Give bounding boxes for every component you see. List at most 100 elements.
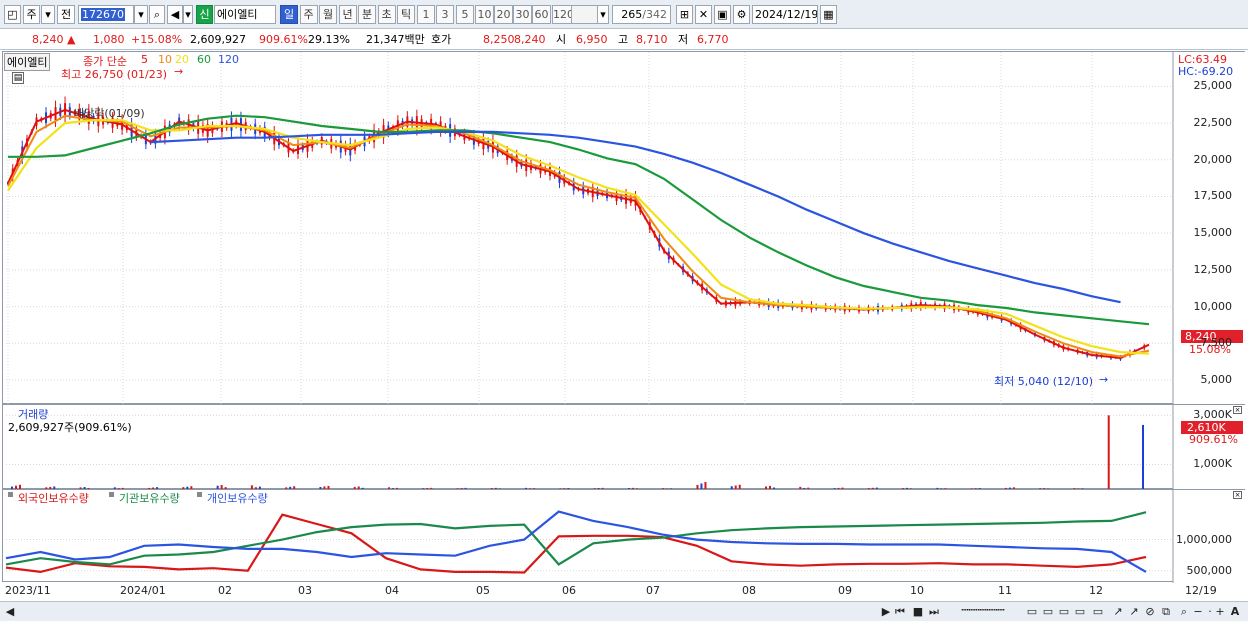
gear-icon[interactable]: ⚙ — [733, 5, 750, 24]
zoom-out-icon[interactable]: − — [1193, 604, 1203, 619]
legend-marker-icon — [109, 492, 114, 497]
search-icon[interactable]: ⌕ — [149, 5, 165, 24]
scroll-left-icon[interactable]: ◀ — [4, 604, 16, 619]
speaker-dropdown-icon[interactable]: ▾ — [183, 5, 193, 24]
interval-button[interactable]: 1 — [417, 5, 435, 24]
fast-forward-icon[interactable]: ⏭ — [928, 604, 940, 619]
ma-line-5 — [7, 108, 1150, 360]
price-axis-label: 22,500 — [1193, 116, 1233, 130]
zoom-in-icon[interactable]: + — [1215, 604, 1225, 619]
date-field[interactable]: 2024/12/19 — [752, 5, 818, 24]
trend-tool-icon[interactable]: ↗ — [1127, 604, 1141, 619]
up-arrow-icon: ▲ — [67, 33, 76, 46]
layout-icon-5[interactable]: ▭ — [1091, 604, 1105, 619]
interval-dropdown-icon[interactable]: ▾ — [597, 5, 609, 24]
market-tag: 신 — [196, 5, 213, 24]
interval-button[interactable]: 10 — [475, 5, 494, 24]
high-note: 최고 26,750 (01/23) — [61, 68, 168, 81]
close-pane-icon[interactable]: × — [1233, 406, 1242, 414]
tool-icon[interactable]: ✕ — [695, 5, 712, 24]
hoga-label: 호가 — [431, 33, 452, 46]
holder-chart-svg[interactable] — [3, 490, 1246, 583]
stock-code-input[interactable]: 172670 — [78, 5, 134, 24]
ma-period-label: 10 — [158, 53, 172, 66]
date-axis-label: 08 — [742, 584, 756, 597]
layout-icon-3[interactable]: ▭ — [1057, 604, 1071, 619]
date-axis-label: 06 — [562, 584, 576, 597]
interval-button[interactable]: 60 — [532, 5, 551, 24]
period-button[interactable]: 일 — [280, 5, 298, 24]
volume-value: 2,609,927 — [190, 33, 246, 46]
date-axis-label: 05 — [476, 584, 490, 597]
stock-code-value: 172670 — [81, 8, 125, 21]
copy-icon[interactable]: ⧉ — [1159, 604, 1173, 619]
period-button[interactable]: 틱 — [397, 5, 415, 24]
stock-name-field[interactable]: 에이엘티 — [214, 5, 276, 24]
date-axis-label: 07 — [646, 584, 660, 597]
price-axis-label: 10,000 — [1193, 299, 1233, 313]
volume-info: 2,609,927주(909.61%) — [8, 421, 132, 434]
interval-button[interactable]: 3 — [436, 5, 454, 24]
layout-icon-1[interactable]: ▭ — [1025, 604, 1039, 619]
legend-marker-icon — [197, 492, 202, 497]
zoom-slider[interactable]: ┅┅┅┅┅┅┅┅ — [948, 604, 1018, 619]
price-axis-label: 15,000 — [1193, 226, 1233, 240]
display-count-field[interactable]: 265/342 — [612, 5, 671, 24]
open-price: 6,950 — [576, 33, 608, 46]
prefix-select[interactable]: 전 — [57, 5, 75, 24]
volume-last-pct: 909.61% — [1189, 433, 1238, 446]
holder-pane: 외국인보유수량 기관보유수량 개인보유수량 × 1,000,000 500,000 — [2, 489, 1246, 583]
zoom-separator-icon[interactable]: · — [1205, 604, 1215, 619]
code-dropdown-icon[interactable]: ▾ — [134, 5, 148, 24]
low-price: 6,770 — [697, 33, 729, 46]
holder-axis-label: 500,000 — [1186, 563, 1233, 577]
date-axis-label: 12/19 — [1185, 584, 1217, 597]
price-chart-svg[interactable] — [3, 52, 1246, 405]
pane-stock-name: 에이엘티 — [4, 53, 51, 71]
date-axis-label: 12 — [1089, 584, 1103, 597]
rewind-icon[interactable]: ⏮ — [894, 604, 906, 619]
ma-period-label: 60 — [197, 53, 211, 66]
ma-line-20 — [7, 119, 1150, 355]
window-icon[interactable]: ◰ — [4, 5, 21, 24]
period-button[interactable]: 주 — [299, 5, 318, 24]
layout-icon-4[interactable]: ▭ — [1073, 604, 1087, 619]
volume-axis-label: 3,000K — [1193, 408, 1232, 422]
legend-label: 기관보유수량 — [119, 492, 180, 505]
ratio-tool-icon[interactable]: ⊘ — [1143, 604, 1157, 619]
calendar-icon[interactable]: ▦ — [820, 5, 837, 24]
table-icon[interactable]: ▤ — [12, 72, 24, 84]
period-button[interactable]: 월 — [319, 5, 337, 24]
save-icon[interactable]: ▣ — [714, 5, 731, 24]
stop-icon[interactable]: ■ — [912, 604, 924, 619]
chevron-down-icon[interactable]: ▾ — [41, 5, 55, 24]
period-button[interactable]: 초 — [377, 5, 396, 24]
date-axis-label: 04 — [385, 584, 399, 597]
period-button[interactable]: 년 — [338, 5, 357, 24]
chart-area: 에이엘티 종가 단순 5 10 20 60 120 ▤ LC:63.49 HC:-69.… — [0, 51, 1248, 601]
dividend-note: 배당락(01/09) — [74, 107, 145, 120]
volume-axis-label: 1,000K — [1193, 457, 1232, 471]
speaker-icon[interactable]: ◀ — [167, 5, 183, 24]
zoom-search-icon[interactable]: ⌕ — [1178, 604, 1190, 619]
grid-icon[interactable]: ⊞ — [676, 5, 693, 24]
interval-button[interactable]: 120 — [552, 5, 574, 24]
current-price: 8,240 — [32, 33, 64, 46]
layout-icon-2[interactable]: ▭ — [1041, 604, 1055, 619]
interval-button[interactable]: 30 — [513, 5, 532, 24]
legend-label: 외국인보유수량 — [18, 492, 89, 505]
low-note: 최저 5,040 (12/10) — [994, 375, 1094, 388]
scroll-right-icon[interactable]: ▶ — [880, 604, 892, 619]
period-button[interactable]: 분 — [358, 5, 376, 24]
high-arrow-icon: → — [174, 65, 184, 78]
close-holder-pane-icon[interactable]: × — [1233, 491, 1242, 499]
market-mode-select[interactable]: 주 — [23, 5, 40, 24]
date-axis-label: 09 — [838, 584, 852, 597]
volume-chart-svg[interactable] — [3, 405, 1246, 490]
draw-tool-icon[interactable]: ↗ — [1111, 604, 1125, 619]
price-pane: 에이엘티 종가 단순 5 10 20 60 120 ▤ LC:63.49 HC:-69.… — [2, 51, 1246, 405]
font-size-icon[interactable]: A — [1229, 604, 1241, 619]
count-shown: 265 — [621, 8, 643, 21]
interval-button[interactable]: 5 — [456, 5, 474, 24]
interval-button[interactable]: 20 — [494, 5, 513, 24]
